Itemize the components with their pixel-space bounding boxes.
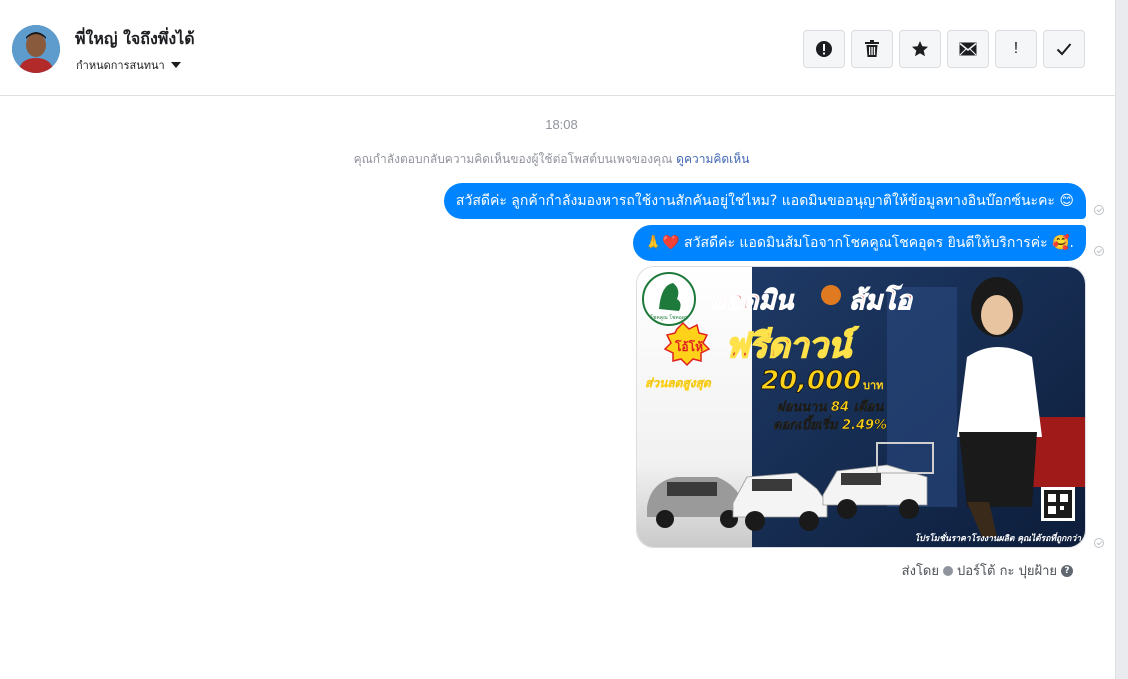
sent-check-icon (1094, 205, 1104, 215)
svg-text:โชคคูณ โชคอุดร: โชคคูณ โชคอุดร (650, 314, 688, 321)
sent-by-info: ส่งโดย ปอร์โต้ กะ ปุยฝ้าย ? (902, 560, 1073, 581)
star-button[interactable] (899, 30, 941, 68)
comment-context-note: คุณกำลังตอบกลับความคิดเห็นของผู้ใช้ต่อโพ… (0, 150, 1103, 169)
trash-icon (865, 40, 879, 57)
conversation-panel: พี่ใหญ่ ใจถึงพึ่งได้ กำหนดการสนทนา ! 18:… (0, 0, 1116, 679)
promo-image: โชคคูณ โชคอุดร แอดมิน ส้มโอ โอ้โห้ ฟรีดา… (637, 267, 1085, 547)
help-icon[interactable]: ? (1061, 564, 1073, 577)
conversation-header: พี่ใหญ่ ใจถึงพึ่งได้ กำหนดการสนทนา ! (0, 0, 1115, 96)
promo-discount-label: ส่วนลดสูงสุด (645, 376, 712, 391)
promo-discount-unit: บาท (863, 379, 883, 392)
conversation-label-dropdown[interactable]: กำหนดการสนทนา (76, 56, 181, 74)
delete-button[interactable] (851, 30, 893, 68)
message-timestamp: 18:08 (545, 117, 578, 132)
context-text: คุณกำลังตอบกลับความคิดเห็นของผู้ใช้ต่อโพ… (353, 152, 673, 166)
message-bubble: 🙏❤️ สวัสดีค่ะ แอดมินส้มโอจากโชคคูณโชคอุด… (632, 225, 1086, 261)
mark-done-button[interactable] (1043, 30, 1085, 68)
check-icon (1056, 43, 1072, 56)
sent-by-label: ส่งโดย (901, 564, 939, 579)
promo-image-message[interactable]: โชคคูณ โชคอุดร แอดมิน ส้มโอ โอ้โห้ ฟรีดา… (636, 266, 1086, 548)
right-panel-edge (1116, 0, 1128, 679)
envelope-icon (959, 42, 977, 56)
sender-badge-icon (943, 565, 953, 576)
contact-name[interactable]: พี่ใหญ่ ใจถึงพึ่งได้ (75, 27, 195, 52)
view-comment-link[interactable]: ดูความคิดเห็น (676, 152, 749, 166)
follow-up-button[interactable]: ! (995, 30, 1037, 68)
caret-down-icon (170, 62, 181, 68)
sent-check-icon (1094, 246, 1104, 256)
mark-spam-button[interactable] (803, 30, 845, 68)
avatar[interactable] (12, 25, 60, 73)
star-icon (912, 41, 928, 57)
promo-badge: โอ้โห้ (674, 339, 703, 354)
mark-unread-button[interactable] (947, 30, 989, 68)
promo-title-right: ส้มโอ (849, 284, 913, 316)
promo-headline: ฟรีดาวน์ (725, 326, 859, 366)
conversation-label-text: กำหนดการสนทนา (76, 59, 165, 72)
exclamation-icon: ! (1013, 40, 1019, 57)
avatar-photo (12, 25, 60, 73)
promo-discount-value: 20,000 (761, 366, 861, 396)
promo-footer: โปรโมชั่นราคาโรงงานผลิต คุณได้รถที่ถูกกว… (915, 532, 1083, 544)
header-actions: ! (803, 30, 1085, 68)
exclamation-circle-icon (816, 41, 832, 57)
promo-installment: ผ่อนนาน 84 เดือน (777, 399, 884, 415)
sent-check-icon (1094, 538, 1104, 548)
sent-by-name[interactable]: ปอร์โต้ กะ ปุยฝ้าย (957, 560, 1057, 581)
message-bubble: สวัสดีค่ะ ลูกค้ากำลังมองหารถใช้งานสักคัน… (443, 183, 1086, 219)
promo-title-left: แอดมิน (709, 286, 794, 316)
